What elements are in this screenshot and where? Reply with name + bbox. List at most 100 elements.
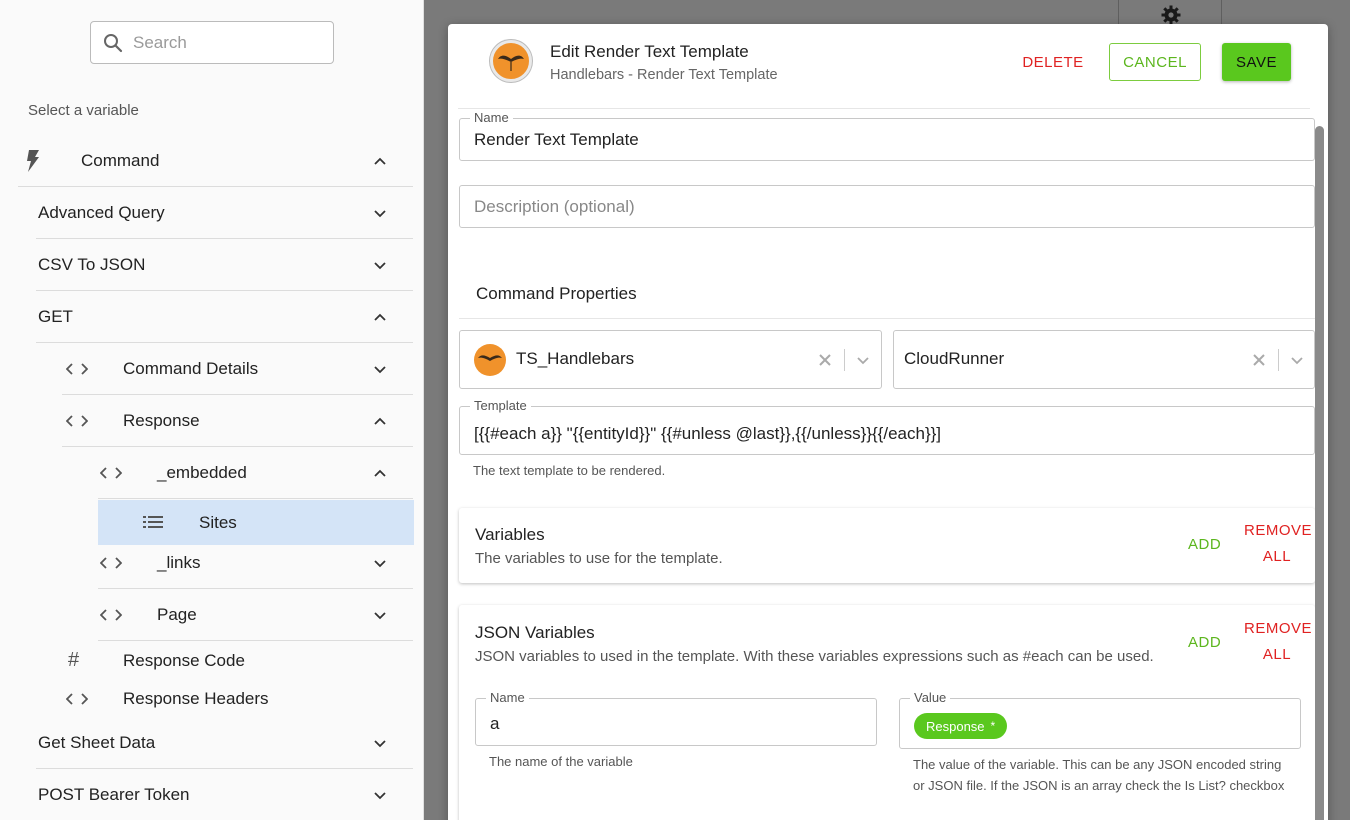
chevron-down-icon[interactable] — [373, 788, 387, 802]
template-field[interactable]: Template [{{#each a}} "{{entityId}}" {{#… — [459, 398, 1315, 455]
description-field-placeholder: Description (optional) — [474, 197, 635, 216]
settings-tab[interactable] — [1118, 0, 1222, 25]
tree-item-label: _embedded — [157, 462, 247, 482]
remove-label-line2: ALL — [1262, 548, 1292, 565]
json-variable-name-value: a — [490, 714, 500, 733]
chip-label: Response — [926, 718, 985, 734]
tree-item-label: Get Sheet Data — [38, 732, 156, 752]
mustache-icon — [478, 355, 502, 361]
description-field[interactable]: Description (optional) — [459, 185, 1315, 228]
code-brackets-icon — [66, 363, 88, 375]
save-button[interactable]: SAVE — [1222, 43, 1291, 81]
select-separator — [844, 349, 845, 371]
hash-icon: # — [68, 649, 80, 671]
dialog-subtitle: Handlebars - Render Text Template — [550, 67, 778, 83]
tree-item-advanced-query[interactable]: Advanced Query — [36, 187, 413, 239]
tree-item-label: _links — [157, 552, 201, 572]
runner-select[interactable]: CloudRunner — [893, 330, 1315, 389]
gear-icon[interactable] — [1161, 5, 1181, 25]
tree-item-post-bearer-token[interactable]: POST Bearer Token — [36, 769, 413, 820]
tree-item-label: Command Details — [123, 358, 259, 378]
tree-item-page[interactable]: Page — [98, 589, 413, 641]
tree-item-label: Response Headers — [123, 689, 269, 708]
chevron-down-icon[interactable] — [856, 353, 870, 367]
json-variable-value-legend: Value — [910, 690, 951, 705]
chevron-down-icon[interactable] — [373, 206, 387, 220]
clear-icon[interactable] — [819, 354, 831, 366]
tree-item-label: POST Bearer Token — [38, 785, 190, 804]
clear-icon[interactable] — [1253, 354, 1265, 366]
delete-button[interactable]: DELETE — [1014, 43, 1092, 81]
json-variable-value-field[interactable]: Value Response * — [899, 690, 1301, 749]
template-field-value: [{{#each a}} "{{entityId}}" {{#unless @l… — [474, 424, 942, 443]
chevron-up-icon[interactable] — [373, 466, 387, 480]
runner-select-value: CloudRunner — [904, 349, 1005, 368]
code-brackets-icon — [100, 467, 122, 479]
tree-item-response[interactable]: Response — [62, 395, 413, 447]
remove-label-line1: REMOVE — [1244, 620, 1313, 637]
response-chip[interactable]: Response * — [914, 713, 1008, 739]
tree-item-command-details[interactable]: Command Details — [62, 343, 413, 395]
tree-item-response-headers[interactable]: Response Headers — [62, 679, 413, 719]
tree-item-label: Page — [157, 604, 197, 624]
json-variables-title: JSON Variables — [475, 623, 595, 642]
chevron-down-icon[interactable] — [1290, 353, 1304, 367]
json-variable-name-help: The name of the variable — [489, 754, 633, 769]
asterisk-icon: * — [990, 719, 996, 733]
connector-select-value: TS_Handlebars — [516, 349, 635, 368]
chevron-down-icon[interactable] — [373, 556, 387, 570]
dialog-title: Edit Render Text Template — [550, 42, 749, 61]
chevron-down-icon[interactable] — [373, 608, 387, 622]
add-json-variable-button[interactable]: ADD — [1188, 634, 1221, 651]
cancel-button[interactable]: CANCEL — [1109, 43, 1201, 81]
chevron-down-icon[interactable] — [373, 736, 387, 750]
remove-label-line1: REMOVE — [1244, 522, 1313, 539]
tree-item-csv-to-json[interactable]: CSV To JSON — [36, 239, 413, 291]
tree-item-label: GET — [38, 306, 73, 326]
json-variables-description: JSON variables to used in the template. … — [475, 648, 1154, 665]
add-variable-button[interactable]: ADD — [1188, 536, 1221, 553]
code-brackets-icon — [100, 557, 122, 569]
tree-item-links[interactable]: _links — [98, 537, 413, 589]
tree-item-label: Response — [123, 410, 200, 430]
tree-item-response-code[interactable]: # Response Code — [62, 641, 413, 681]
template-help-text: The text template to be rendered. — [473, 463, 666, 478]
tree-item-label: Sites — [199, 512, 237, 532]
connector-select[interactable]: TS_Handlebars — [459, 330, 882, 389]
remove-all-json-variables-button[interactable]: REMOVE ALL — [1244, 616, 1313, 668]
chevron-down-icon[interactable] — [373, 362, 387, 376]
json-variables-card: JSON Variables JSON variables to used in… — [459, 605, 1315, 820]
search-icon — [104, 33, 123, 52]
chevron-down-icon[interactable] — [373, 258, 387, 272]
name-field-legend: Name — [470, 110, 513, 125]
code-brackets-icon — [66, 693, 88, 705]
name-field-value: Render Text Template — [474, 130, 639, 149]
json-variable-value-help-line1: The value of the variable. This can be a… — [913, 757, 1282, 772]
search-box[interactable] — [90, 21, 334, 64]
tree-item-get[interactable]: GET — [36, 291, 413, 343]
chevron-up-icon[interactable] — [373, 154, 387, 168]
scrollbar-thumb[interactable] — [1315, 126, 1324, 820]
chevron-up-icon[interactable] — [373, 414, 387, 428]
variables-description: The variables to use for the template. — [475, 550, 723, 567]
header-divider — [458, 108, 1310, 109]
section-divider — [459, 318, 1315, 319]
handlebars-avatar — [490, 40, 532, 82]
tree-item-command[interactable]: Command — [18, 135, 413, 187]
list-icon — [143, 516, 163, 528]
tree-item-label: Command — [81, 150, 160, 170]
chevron-up-icon[interactable] — [373, 310, 387, 324]
search-input[interactable] — [133, 32, 313, 53]
tree-item-get-sheet-data[interactable]: Get Sheet Data — [36, 717, 413, 769]
dialog-scrollbar[interactable] — [1314, 124, 1324, 820]
variable-picker-panel: Select a variable Command Advanced Query… — [0, 0, 424, 820]
remove-all-variables-button[interactable]: REMOVE ALL — [1244, 518, 1313, 570]
mustache-icon — [498, 55, 524, 71]
tree-item-embedded[interactable]: _embedded — [98, 447, 413, 499]
edit-command-dialog: Edit Render Text Template Handlebars - R… — [448, 24, 1328, 820]
handlebars-avatar — [474, 344, 506, 376]
code-brackets-icon — [66, 415, 88, 427]
json-variable-name-field[interactable]: Name a — [475, 690, 877, 746]
name-field[interactable]: Name Render Text Template — [459, 110, 1315, 161]
tree-item-label: Response Code — [123, 651, 245, 670]
